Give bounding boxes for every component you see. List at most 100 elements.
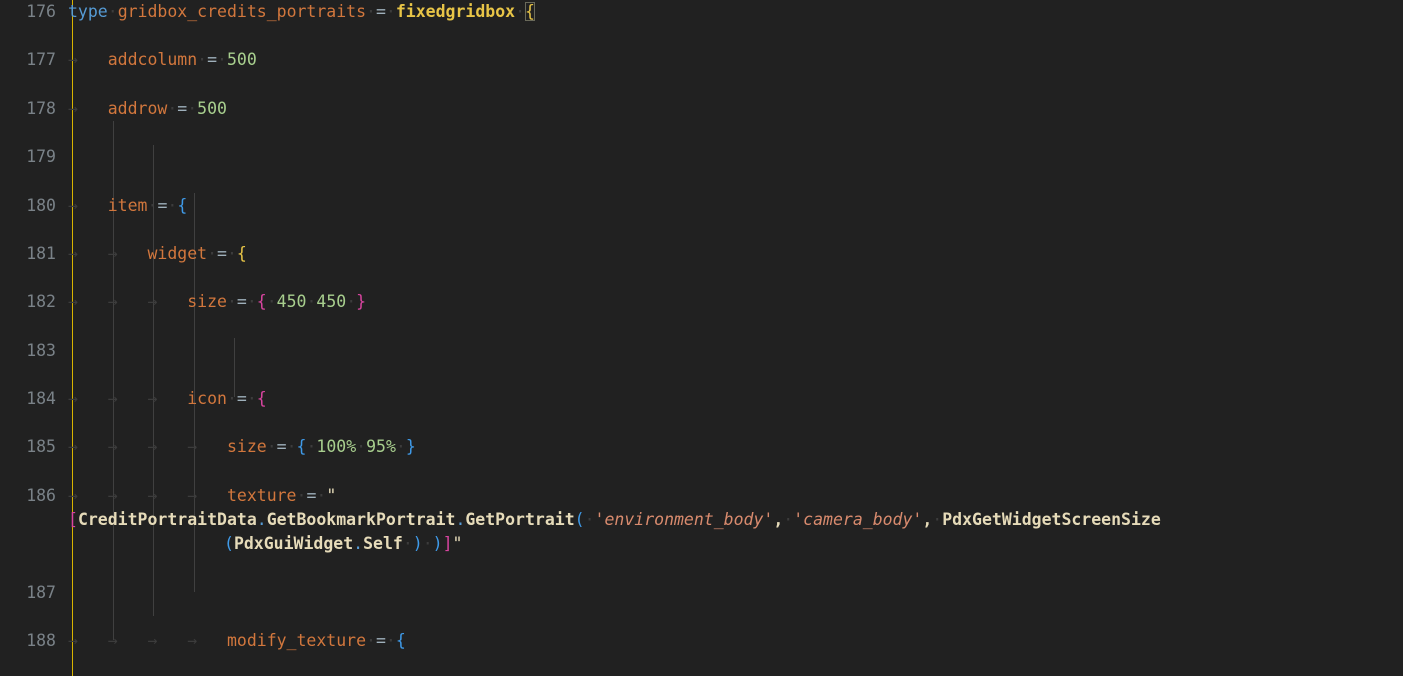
code-line[interactable]: 187 [0,581,1403,605]
token-bracket-open: { [177,195,188,215]
token-number: 450 [316,292,347,312]
token-identifier: modify_texture [226,631,367,651]
token-function-path: Self [363,534,403,554]
line-content[interactable]: → → → → size·=·{·100%·95%·} [68,435,416,459]
line-number: 177 [26,50,56,70]
token-identifier: addrow [107,98,168,118]
token-space: · [226,243,237,263]
code-line[interactable]: 178 → addrow·=·500 [0,97,1403,121]
token-space: · [197,50,208,70]
token-paren-close: ) [412,534,423,554]
tab-glyph: → → [68,243,148,263]
code-line-wrapped[interactable]: 186 → → → → texture·=·"[CreditPortraitDa… [0,484,1403,553]
code-line[interactable]: 180 → item·=·{ [0,194,1403,218]
token-paren-close: ) [432,534,443,554]
token-bracket-script-close: ] [442,534,453,554]
token-space: · [226,389,237,409]
token-keyword: type [68,2,108,21]
token-space: · [286,437,297,457]
token-space: · [207,243,218,263]
token-space: · [402,534,413,554]
token-operator: = [207,50,218,70]
token-operator: = [157,195,168,215]
token-operator: = [236,292,247,312]
token-space: · [346,292,357,312]
token-dot: . [353,534,364,554]
token-string: " [326,485,337,505]
line-number: 178 [26,98,56,118]
line-number: 184 [26,389,56,409]
token-space: · [246,389,257,409]
token-single-quote-string: 'environment_body' [594,510,774,530]
token-function-path: PdxGuiWidget [233,534,354,554]
token-function-path: PdxGetWidgetScreenSize [942,510,1161,530]
line-number: 187 [26,582,56,602]
token-number: 500 [197,98,227,118]
token-space: · [246,292,257,312]
code-line[interactable]: 185 → → → → size·=·{·100%·95%·} [0,435,1403,459]
tab-glyph: → → → → [68,437,227,457]
token-number: 100% [316,437,357,457]
token-space: · [316,485,327,505]
tab-glyph: → [68,98,108,118]
token-comma: , [773,510,784,530]
tab-glyph: → → → [68,292,188,312]
code-line[interactable]: 177 → addcolumn·=·500 [0,48,1403,72]
token-operator: = [276,437,287,457]
token-dot: . [455,510,466,530]
token-space: · [366,2,376,21]
token-operator: = [375,2,386,21]
line-content[interactable]: → → → icon·=·{ [68,387,267,411]
line-content[interactable]: → → → size·=·{·450·450·} [68,290,366,314]
token-bracket-open: { [256,389,267,409]
code-lines[interactable]: 176 type·gridbox_credits_portraits·=·fix… [0,0,1403,676]
token-operator: = [177,98,188,118]
token-bracket-close: } [405,437,416,457]
line-number: 185 [26,437,56,457]
tab-glyph: → → → → [68,485,227,505]
token-space: · [395,437,406,457]
line-content[interactable]: → item·=·{ [68,194,187,218]
line-content[interactable]: → → → → modify_texture·=·{ [68,629,406,653]
code-line[interactable]: 188 → → → → modify_texture·=·{ [0,629,1403,653]
code-line[interactable]: 176 type·gridbox_credits_portraits·=·fix… [0,0,1403,24]
token-identifier: icon [187,389,227,409]
token-space: · [306,437,317,457]
token-space: · [147,195,158,215]
token-space: · [584,510,595,530]
token-space: · [356,437,367,457]
token-space: · [422,534,433,554]
code-line[interactable]: 183 [0,339,1403,363]
token-number: 95% [366,437,396,457]
token-bracket-close: } [356,292,367,312]
token-function-path: GetPortrait [465,510,575,530]
line-content[interactable]: → → widget·=·{ [68,242,247,266]
token-operator: = [217,243,227,263]
token-paren-open: ( [574,510,585,530]
code-line[interactable]: 182 → → → size·=·{·450·450·} [0,290,1403,314]
line-content[interactable]: type·gridbox_credits_portraits·=·fixedgr… [68,0,535,24]
token-space: · [217,50,227,70]
token-space: · [515,2,526,21]
token-space: · [266,292,277,312]
token-function-path: GetBookmarkPortrait [266,510,456,530]
code-line[interactable]: 179 [0,145,1403,169]
tab-glyph: → [68,195,108,215]
token-operator: = [236,389,247,409]
token-space: · [366,631,376,651]
code-line[interactable]: 181 → → widget·=·{ [0,242,1403,266]
line-number: 180 [26,195,56,215]
token-space: · [385,2,396,21]
line-content[interactable]: → → → → texture·=·"[CreditPortraitData.G… [68,484,1398,557]
line-number: 179 [26,147,56,167]
token-bracket-open: { [296,437,307,457]
line-content[interactable]: → addcolumn·=·500 [68,48,257,72]
token-string: " [452,534,463,554]
code-editor[interactable]: 176 type·gridbox_credits_portraits·=·fix… [0,0,1403,676]
token-space: · [187,98,198,118]
line-content[interactable]: → addrow·=·500 [68,97,227,121]
token-space: · [385,631,396,651]
token-bracket-open: { [256,292,267,312]
code-line[interactable]: 184 → → → icon·=·{ [0,387,1403,411]
line-number: 188 [26,631,56,651]
